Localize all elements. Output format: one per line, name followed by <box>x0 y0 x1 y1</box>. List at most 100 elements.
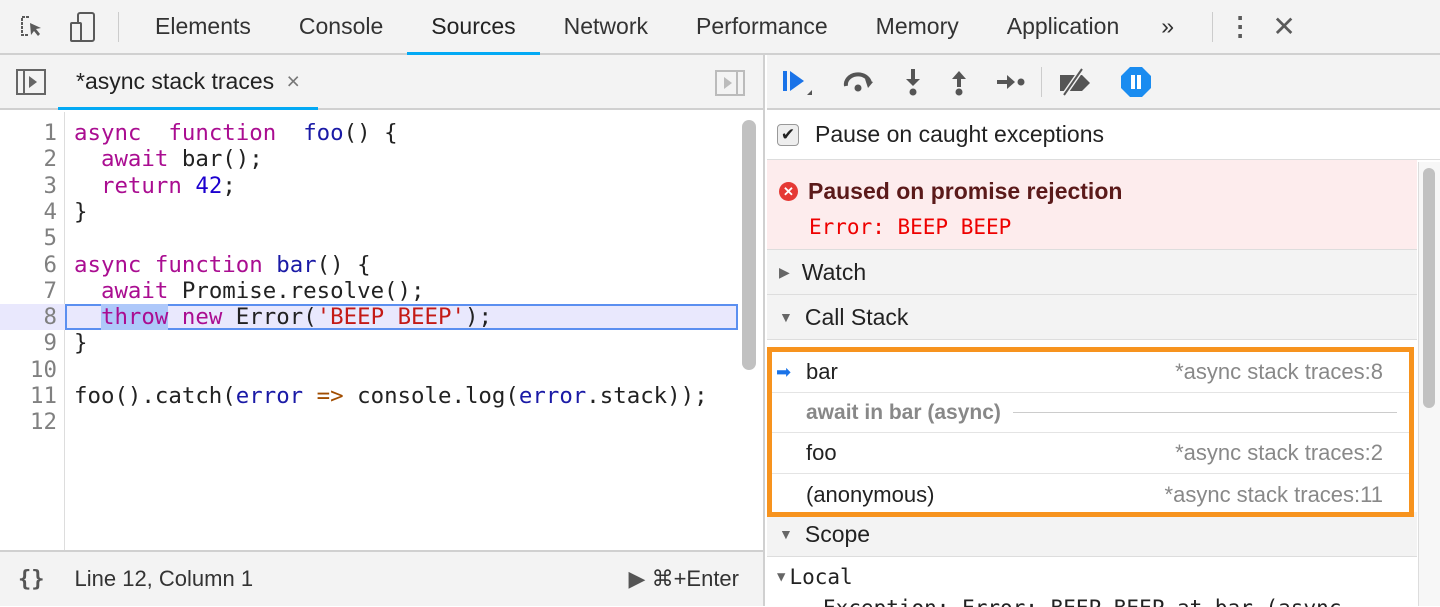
call-stack-list: ➡ bar *async stack traces:8 await in bar (… <box>767 347 1414 517</box>
pause-on-exceptions-icon[interactable] <box>1120 66 1152 98</box>
frame-location[interactable]: *async stack traces:11 <box>1165 482 1383 508</box>
toggle-debugger-icon[interactable] <box>715 70 745 96</box>
call-frame[interactable]: ➡ bar *async stack traces:8 <box>772 352 1409 393</box>
code-text: await bar(); <box>74 146 263 172</box>
sidebar-scrollbar[interactable] <box>1418 162 1440 606</box>
tab-console[interactable]: Console <box>275 0 407 53</box>
divider <box>118 11 119 42</box>
scope-local[interactable]: ▼ Local <box>767 557 1440 597</box>
scrollbar-thumb[interactable] <box>1423 168 1435 408</box>
code-text: throw new Error('BEEP BEEP'); <box>74 304 492 331</box>
line-number[interactable]: 6 <box>0 252 57 278</box>
section-label: Scope <box>804 520 871 547</box>
code-line[interactable]: 9} <box>0 330 738 356</box>
code-line[interactable]: 12 <box>0 409 738 435</box>
code-token: } <box>74 198 88 225</box>
line-number[interactable]: 1 <box>0 120 57 146</box>
code-token: ; <box>222 172 236 199</box>
section-call-stack[interactable]: ▼ Call Stack <box>767 295 1417 340</box>
toggle-navigator-icon[interactable] <box>16 69 46 95</box>
code-line[interactable]: 7 await Promise.resolve(); <box>0 278 738 304</box>
line-number[interactable]: 12 <box>0 409 57 435</box>
paused-error: Error: BEEP BEEP <box>809 215 1012 239</box>
step-out-icon[interactable] <box>949 67 969 97</box>
section-scope[interactable]: ▼ Scope <box>767 512 1417 557</box>
line-number[interactable]: 5 <box>0 225 57 251</box>
divider <box>1041 66 1042 97</box>
code-token: 'BEEP BEEP' <box>316 304 465 331</box>
call-frame[interactable]: (anonymous) *async stack traces:11 <box>772 474 1409 515</box>
file-tab-label: *async stack traces <box>76 68 275 94</box>
step-icon[interactable] <box>995 72 1027 92</box>
line-number[interactable]: 8 <box>0 304 57 330</box>
code-token: bar <box>276 251 317 278</box>
pause-on-caught-row[interactable]: ✔ Pause on caught exceptions <box>767 110 1440 160</box>
editor-scrollbar[interactable] <box>742 120 756 370</box>
file-tab[interactable]: *async stack traces × <box>58 55 318 110</box>
code-token: foo <box>303 120 344 146</box>
code-line[interactable]: 10 <box>0 357 738 383</box>
code-text: async function foo() { <box>74 120 398 146</box>
line-number[interactable]: 10 <box>0 357 57 383</box>
tab-memory[interactable]: Memory <box>852 0 983 53</box>
triangle-right-icon: ▶ <box>779 263 790 280</box>
pause-on-caught-checkbox[interactable]: ✔ <box>777 123 799 146</box>
more-options-icon[interactable]: ⋮ <box>1225 11 1255 42</box>
tab-sources[interactable]: Sources <box>407 0 541 55</box>
triangle-down-icon: ▼ <box>779 309 793 325</box>
code-line[interactable]: 11 foo().catch(error => console.log(error… <box>0 383 738 409</box>
line-number[interactable]: 9 <box>0 330 57 356</box>
close-file-icon[interactable]: × <box>287 68 300 94</box>
editor-panel: *async stack traces × 1 async function fo… <box>0 55 765 606</box>
code-token: () { <box>343 120 398 146</box>
line-number[interactable]: 2 <box>0 146 57 172</box>
deactivate-breakpoints-icon[interactable] <box>1056 67 1094 97</box>
code-token: async <box>74 120 142 146</box>
code-token: throw <box>100 304 169 331</box>
inspect-element-icon[interactable] <box>14 14 50 40</box>
step-over-icon[interactable] <box>841 70 877 94</box>
code-text: } <box>74 330 87 356</box>
call-frame[interactable]: foo *async stack traces:2 <box>772 433 1409 474</box>
tab-network[interactable]: Network <box>540 0 672 53</box>
code-line[interactable]: 1 async function foo() { <box>0 120 738 146</box>
code-line[interactable]: 3 return 42; <box>0 173 738 199</box>
tab-application[interactable]: Application <box>983 0 1144 53</box>
section-label: Call Stack <box>804 303 909 330</box>
tab-elements[interactable]: Elements <box>131 0 275 53</box>
code-line[interactable]: 4} <box>0 199 738 225</box>
line-number[interactable]: 4 <box>0 199 57 225</box>
frame-location[interactable]: *async stack traces:8 <box>1175 359 1383 385</box>
device-toolbar-icon[interactable] <box>66 11 102 43</box>
play-icon: ▶ <box>628 566 652 591</box>
section-label: Watch <box>801 258 867 285</box>
code-token: async <box>74 251 142 278</box>
code-token: error <box>518 383 587 409</box>
frame-location[interactable]: *async stack traces:2 <box>1175 440 1383 466</box>
line-number[interactable]: 11 <box>0 383 57 409</box>
code-token: function <box>168 120 277 146</box>
line-number[interactable]: 3 <box>0 173 57 199</box>
run-snippet-button[interactable]: ▶ ⌘+Enter <box>629 566 739 592</box>
pretty-print-button[interactable]: {} <box>18 567 45 592</box>
code-token: error <box>235 383 304 409</box>
code-token: new <box>181 304 223 331</box>
code-line[interactable]: 5 <box>0 225 738 251</box>
close-icon[interactable]: ✕ <box>1269 10 1299 43</box>
line-number[interactable]: 7 <box>0 278 57 304</box>
code-line[interactable]: 2 await bar(); <box>0 146 738 172</box>
code-editor[interactable]: 1 async function foo() {2 await bar(); 3 r… <box>0 112 763 550</box>
status-bar: {} Line 12, Column 1 ▶ ⌘+Enter <box>0 550 763 606</box>
resume-icon[interactable] <box>781 67 815 97</box>
more-tabs-button[interactable]: » <box>1143 0 1192 53</box>
section-watch[interactable]: ▶ Watch <box>767 250 1417 295</box>
step-into-icon[interactable] <box>903 67 923 97</box>
code-line[interactable]: 8 throw new Error('BEEP BEEP'); <box>0 304 738 331</box>
tab-performance[interactable]: Performance <box>672 0 852 53</box>
code-line[interactable]: 6 async function bar() { <box>0 252 738 278</box>
